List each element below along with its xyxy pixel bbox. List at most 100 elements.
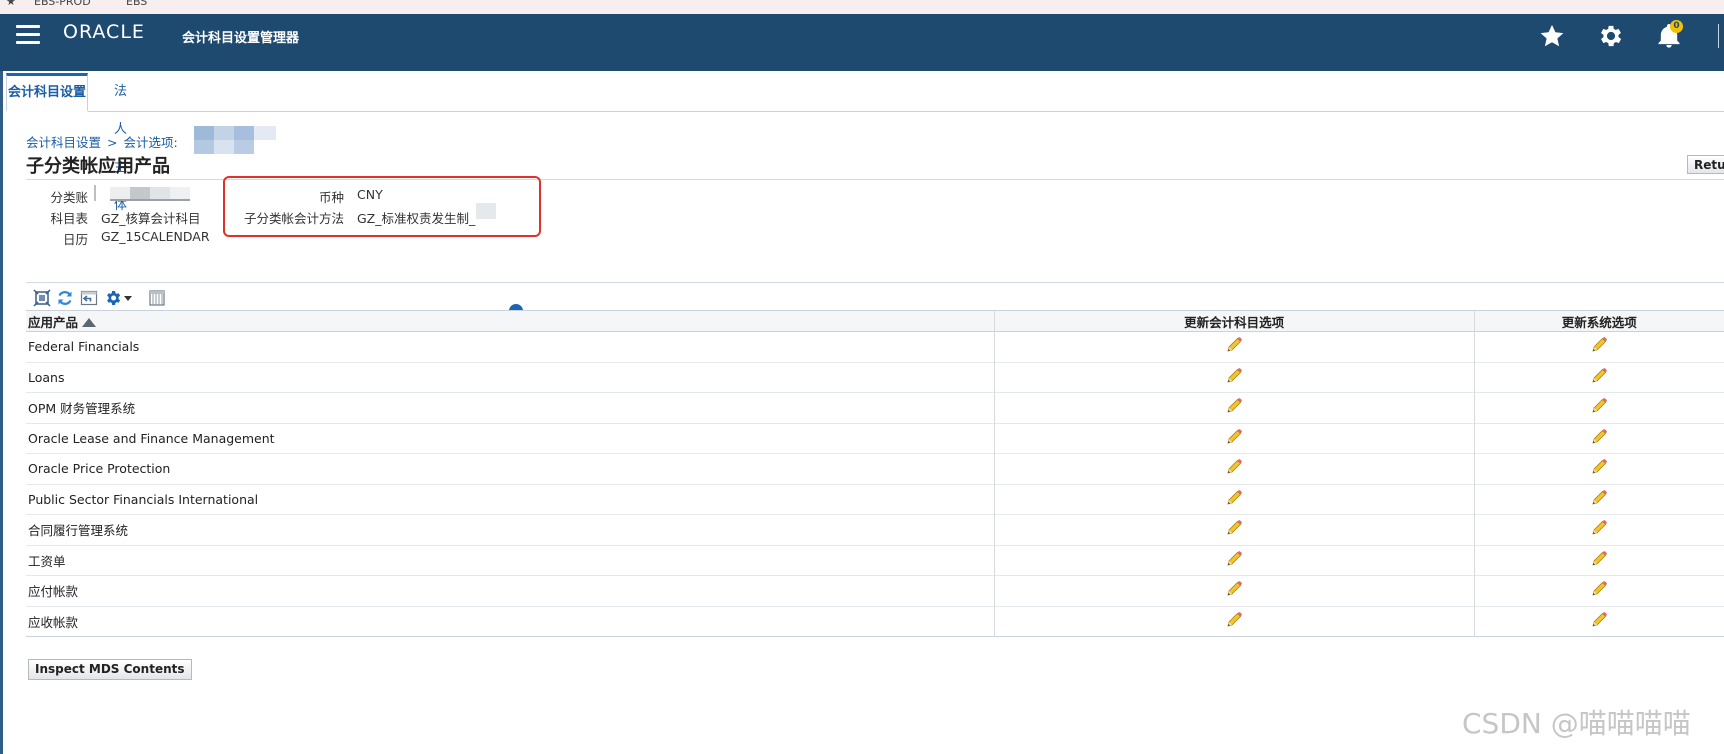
redacted-ledger-name — [194, 126, 276, 154]
update-system-options-cell — [1474, 361, 1724, 393]
edit-pencil-icon[interactable] — [1590, 550, 1608, 571]
edit-pencil-icon[interactable] — [1590, 519, 1608, 540]
freeze-columns-icon[interactable] — [148, 289, 166, 307]
tab-legal-entities[interactable]: 法人主体 — [104, 73, 137, 213]
watermark: CSDN @喵喵喵喵 — [1462, 707, 1691, 740]
chart-of-accounts-value: GZ_核算会计科目 — [101, 211, 201, 226]
update-system-options-cell — [1474, 483, 1724, 515]
update-accounting-options-cell — [994, 575, 1475, 606]
refresh-icon[interactable] — [56, 289, 74, 307]
reset-view-icon[interactable] — [80, 289, 98, 307]
app-title: 会计科目设置管理器 — [182, 31, 300, 46]
favorites-star-icon[interactable] — [1538, 22, 1566, 50]
update-system-options-cell — [1474, 392, 1724, 423]
table-toolbar — [26, 282, 1724, 311]
update-system-options-cell — [1474, 605, 1724, 637]
edit-pencil-icon[interactable] — [1590, 336, 1608, 357]
update-system-options-cell — [1474, 422, 1724, 454]
update-accounting-options-cell — [994, 483, 1475, 515]
update-system-options-cell — [1474, 514, 1724, 545]
settings-gear-icon[interactable] — [1597, 22, 1625, 50]
edit-pencil-icon[interactable] — [1590, 458, 1608, 479]
menu-icon[interactable] — [16, 25, 40, 47]
table-row: 工资单 — [26, 544, 1724, 576]
edit-pencil-icon[interactable] — [1590, 611, 1608, 632]
bookmark-icon[interactable]: ★ — [6, 0, 16, 8]
update-accounting-options-cell — [994, 453, 1475, 484]
update-accounting-options-cell — [994, 514, 1475, 545]
header-divider — [1718, 24, 1719, 48]
table-row: Loans — [26, 361, 1724, 393]
highlight-frame — [223, 176, 541, 237]
application-name-cell: Federal Financials — [26, 331, 995, 362]
table-row: Oracle Price Protection — [26, 453, 1724, 484]
edit-pencil-icon[interactable] — [1225, 519, 1243, 540]
edit-pencil-icon[interactable] — [1590, 397, 1608, 418]
notifications-bell-icon[interactable]: 0 — [1655, 20, 1683, 50]
calendar-label: 日历 — [62, 232, 88, 247]
sort-ascending-icon[interactable] — [82, 317, 97, 327]
table-row: Oracle Lease and Finance Management — [26, 422, 1724, 454]
settings-gear-menu-icon[interactable] — [104, 289, 132, 307]
return-button[interactable]: Retu — [1687, 155, 1724, 174]
application-name-cell: Oracle Lease and Finance Management — [26, 422, 995, 454]
update-accounting-options-cell — [994, 331, 1475, 362]
application-name-cell: 应付帐款 — [26, 575, 995, 606]
column-header-update-system-options: 更新系统选项 — [1474, 310, 1724, 332]
table-row: 应付帐款 — [26, 575, 1724, 606]
update-accounting-options-cell — [994, 422, 1475, 454]
breadcrumb-accounting-setup[interactable]: 会计科目设置 — [26, 135, 101, 150]
edit-pencil-icon[interactable] — [1225, 550, 1243, 571]
application-name-cell: Loans — [26, 361, 995, 393]
tab-underline — [6, 111, 1724, 112]
column-header-application-label: 应用产品 — [28, 314, 79, 330]
applications-table: 应用产品 更新会计科目选项 更新系统选项 Federal Financials L… — [26, 310, 1724, 637]
calendar-value: GZ_15CALENDAR — [101, 229, 210, 244]
table-row: 应收帐款 — [26, 605, 1724, 637]
update-system-options-cell — [1474, 544, 1724, 576]
column-header-update-accounting-options: 更新会计科目选项 — [994, 310, 1475, 332]
update-accounting-options-cell — [994, 605, 1475, 637]
detach-icon[interactable] — [33, 289, 51, 307]
page-title: 子分类帐应用产品 — [26, 156, 170, 177]
notification-count-badge: 0 — [1670, 20, 1683, 33]
application-name-cell: 合同履行管理系统 — [26, 514, 995, 545]
edit-pencil-icon[interactable] — [1590, 489, 1608, 510]
left-border — [0, 71, 3, 754]
table-header-row: 应用产品 更新会计科目选项 更新系统选项 — [26, 310, 1724, 332]
edit-pencil-icon[interactable] — [1225, 489, 1243, 510]
update-accounting-options-cell — [994, 361, 1475, 393]
edit-pencil-icon[interactable] — [1225, 367, 1243, 388]
table-row: Federal Financials — [26, 331, 1724, 362]
tab-accounting-setup[interactable]: 会计科目设置 — [6, 73, 88, 112]
table-row: OPM 财务管理系统 — [26, 392, 1724, 423]
edit-pencil-icon[interactable] — [1590, 580, 1608, 601]
column-header-application[interactable]: 应用产品 — [26, 310, 995, 332]
edit-pencil-icon[interactable] — [1590, 428, 1608, 449]
update-accounting-options-cell — [994, 544, 1475, 576]
update-system-options-cell — [1474, 453, 1724, 484]
edit-pencil-icon[interactable] — [1225, 611, 1243, 632]
redacted-ledger-value — [94, 185, 194, 201]
update-system-options-cell — [1474, 331, 1724, 362]
breadcrumb-accounting-options[interactable]: 会计选项: — [124, 135, 178, 150]
edit-pencil-icon[interactable] — [1590, 367, 1608, 388]
chart-of-accounts-label: 科目表 — [50, 211, 88, 226]
browser-bookmark-bar: ★ EBS-PROD EBS — [0, 0, 1724, 15]
bookmark-ebs[interactable]: EBS — [126, 0, 147, 8]
bookmark-ebs-prod[interactable]: EBS-PROD — [34, 0, 91, 8]
edit-pencil-icon[interactable] — [1225, 397, 1243, 418]
edit-pencil-icon[interactable] — [1225, 580, 1243, 601]
application-name-cell: Public Sector Financials International — [26, 483, 995, 515]
table-row: 合同履行管理系统 — [26, 514, 1724, 545]
edit-pencil-icon[interactable] — [1225, 428, 1243, 449]
table-row: Public Sector Financials International — [26, 483, 1724, 515]
update-accounting-options-cell — [994, 392, 1475, 423]
update-system-options-cell — [1474, 575, 1724, 606]
application-name-cell: OPM 财务管理系统 — [26, 392, 995, 423]
ledger-label: 分类账 — [50, 190, 88, 205]
edit-pencil-icon[interactable] — [1225, 458, 1243, 479]
application-name-cell: 应收帐款 — [26, 605, 995, 637]
inspect-mds-contents-button[interactable]: Inspect MDS Contents — [28, 659, 192, 680]
edit-pencil-icon[interactable] — [1225, 336, 1243, 357]
